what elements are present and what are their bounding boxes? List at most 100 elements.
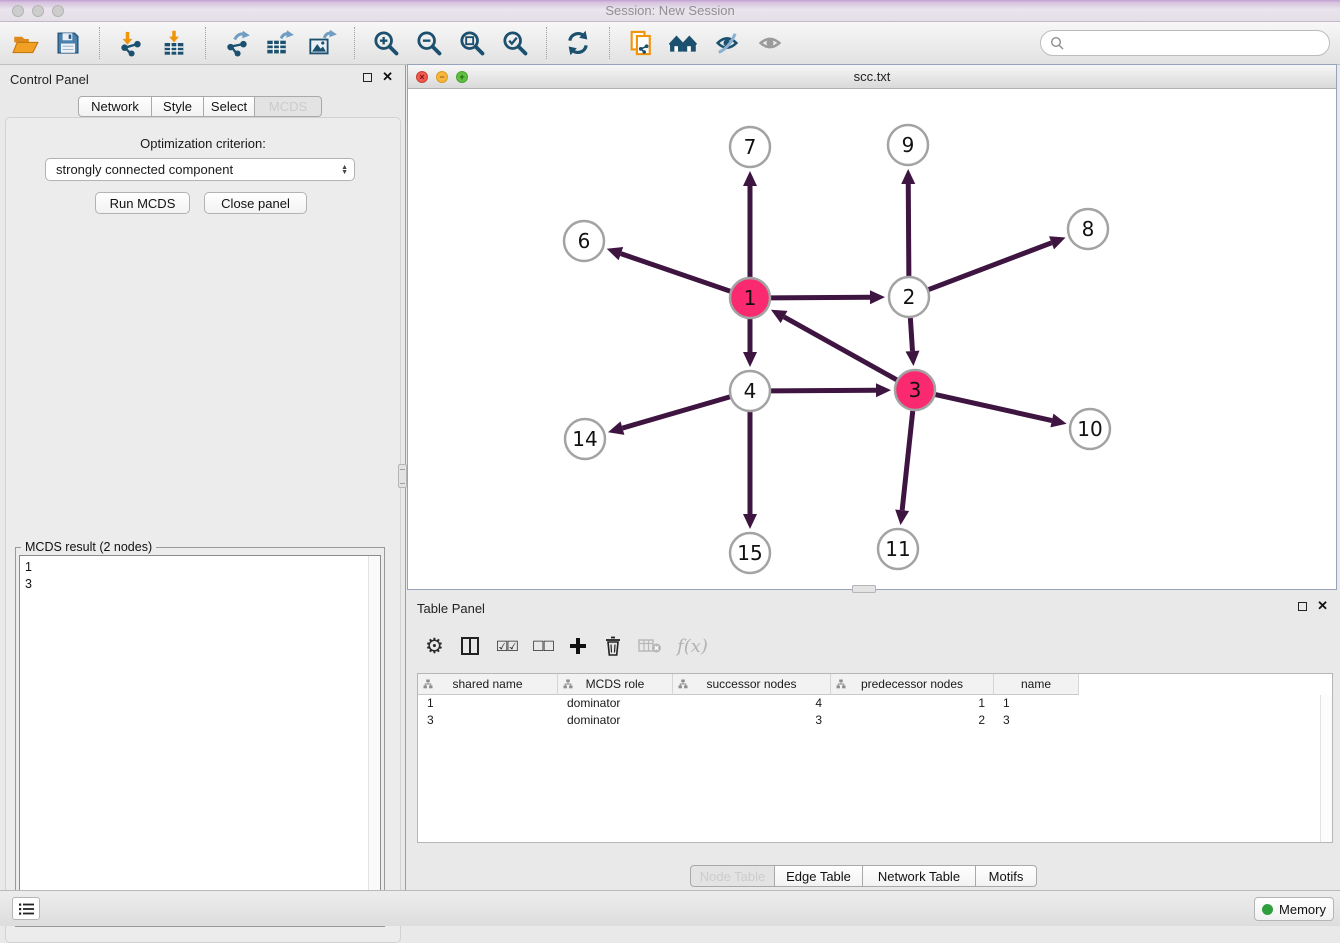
node-2[interactable]: 2 (889, 277, 929, 317)
zoom-out-icon[interactable] (414, 27, 444, 59)
table-cell[interactable]: 1 (418, 696, 558, 710)
edge-3-10[interactable] (935, 395, 1066, 428)
network-canvas[interactable]: 7 9 6 8 1 2 4 3 14 10 15 11 (408, 89, 1336, 589)
table-cell[interactable]: 3 (418, 713, 558, 727)
edge-4-14[interactable] (608, 397, 730, 435)
zoom-in-icon[interactable] (371, 27, 401, 59)
edge-4-3[interactable] (771, 383, 891, 397)
table-cell[interactable]: 1 (994, 696, 1079, 710)
node-14[interactable]: 14 (565, 419, 605, 459)
zoom-fit-icon[interactable] (457, 27, 487, 59)
column-header-shared-name[interactable]: shared name (418, 674, 558, 695)
show-columns-icon[interactable] (459, 632, 481, 660)
tab-edge-table[interactable]: Edge Table (775, 865, 863, 887)
node-3[interactable]: 3 (895, 370, 935, 410)
save-session-icon[interactable] (53, 27, 83, 59)
tab-select[interactable]: Select (204, 96, 255, 117)
table-cell[interactable]: 2 (831, 713, 994, 727)
column-header-predecessor-nodes[interactable]: predecessor nodes (831, 674, 994, 695)
clone-network-icon[interactable] (626, 27, 656, 59)
table-scrollbar[interactable] (1320, 695, 1332, 842)
table-row[interactable]: 3dominator323 (418, 712, 1332, 729)
table-row[interactable]: 1dominator411 (418, 695, 1332, 712)
edge-1-4[interactable] (743, 319, 757, 367)
network-graph[interactable]: 7 9 6 8 1 2 4 3 14 10 15 11 (408, 89, 1336, 589)
maximize-window-button[interactable] (52, 5, 64, 17)
minimize-window-button[interactable] (32, 5, 44, 17)
column-header-name[interactable]: name (994, 674, 1079, 695)
tab-network-table[interactable]: Network Table (863, 865, 976, 887)
export-image-icon[interactable] (308, 27, 338, 59)
network-minimize-icon[interactable]: − (436, 71, 448, 83)
deselect-all-icon[interactable]: ☐☐ (532, 632, 553, 660)
node-4[interactable]: 4 (730, 371, 770, 411)
node-8[interactable]: 8 (1068, 209, 1108, 249)
close-table-panel-icon[interactable]: ✕ (1317, 601, 1328, 611)
node-7[interactable]: 7 (730, 127, 770, 167)
select-all-icon[interactable]: ☑☑ (496, 632, 517, 660)
close-panel-icon[interactable]: ✕ (382, 72, 393, 82)
splitter-grip-horizontal[interactable] (852, 585, 876, 593)
add-column-icon[interactable] (568, 632, 588, 660)
tab-style[interactable]: Style (152, 96, 204, 117)
tab-network[interactable]: Network (78, 96, 152, 117)
result-scrollbar[interactable] (368, 556, 380, 921)
run-mcds-button[interactable]: Run MCDS (95, 192, 190, 214)
table-cell[interactable]: 3 (673, 713, 831, 727)
network-close-icon[interactable]: × (416, 71, 428, 83)
table-cell[interactable]: dominator (558, 713, 673, 727)
show-all-networks-icon[interactable] (669, 27, 699, 59)
task-history-button[interactable] (12, 897, 40, 920)
export-network-icon[interactable] (222, 27, 252, 59)
show-graphics-details-icon[interactable] (755, 27, 785, 59)
splitter-grip-vertical[interactable] (398, 464, 407, 488)
edge-2-8[interactable] (929, 236, 1066, 289)
tab-mcds[interactable]: MCDS (255, 96, 322, 117)
table-settings-gear-icon[interactable]: ⚙ (425, 632, 444, 660)
edge-2-9[interactable] (901, 169, 915, 276)
zoom-selected-icon[interactable] (500, 27, 530, 59)
node-1[interactable]: 1 (730, 278, 770, 318)
table-cell[interactable]: 4 (673, 696, 831, 710)
node-11[interactable]: 11 (878, 529, 918, 569)
network-maximize-icon[interactable]: + (456, 71, 468, 83)
node-label: 9 (902, 133, 915, 157)
export-table-icon[interactable] (265, 27, 295, 59)
edge-4-15[interactable] (743, 412, 757, 529)
apply-layout-icon[interactable] (563, 27, 593, 59)
float-table-panel-icon[interactable] (1298, 602, 1307, 611)
memory-button[interactable]: Memory (1254, 897, 1334, 921)
hide-graphics-details-icon[interactable] (712, 27, 742, 59)
search-input[interactable] (1069, 33, 1329, 53)
edge-3-11[interactable] (895, 411, 913, 525)
float-panel-icon[interactable] (363, 73, 372, 82)
node-15[interactable]: 15 (730, 533, 770, 573)
close-panel-button[interactable]: Close panel (204, 192, 307, 214)
import-table-icon[interactable] (159, 27, 189, 59)
tab-node-table[interactable]: Node Table (690, 865, 775, 887)
network-window-titlebar[interactable]: × − + scc.txt (408, 65, 1336, 89)
mcds-result-box[interactable]: 13 (19, 555, 381, 922)
table-cell[interactable]: 3 (994, 713, 1079, 727)
node-table[interactable]: shared nameMCDS rolesuccessor nodesprede… (417, 673, 1333, 843)
column-header-MCDS-role[interactable]: MCDS role (558, 674, 673, 695)
table-panel-title: Table Panel (417, 601, 485, 616)
import-network-icon[interactable] (116, 27, 146, 59)
column-header-successor-nodes[interactable]: successor nodes (673, 674, 831, 695)
criterion-dropdown[interactable]: strongly connected component ▲▼ (45, 158, 355, 181)
edge-1-7[interactable] (743, 171, 757, 277)
close-window-button[interactable] (12, 5, 24, 17)
node-6[interactable]: 6 (564, 221, 604, 261)
node-9[interactable]: 9 (888, 125, 928, 165)
edge-3-1[interactable] (771, 310, 897, 380)
open-session-icon[interactable] (10, 27, 40, 59)
edge-1-2[interactable] (771, 290, 885, 304)
delete-column-trash-icon[interactable] (603, 632, 623, 660)
edge-2-3[interactable] (906, 318, 920, 366)
tab-motifs[interactable]: Motifs (976, 865, 1037, 887)
node-10[interactable]: 10 (1070, 409, 1110, 449)
search-box[interactable] (1040, 30, 1330, 56)
edge-1-6[interactable] (607, 247, 730, 291)
table-cell[interactable]: dominator (558, 696, 673, 710)
table-cell[interactable]: 1 (831, 696, 994, 710)
